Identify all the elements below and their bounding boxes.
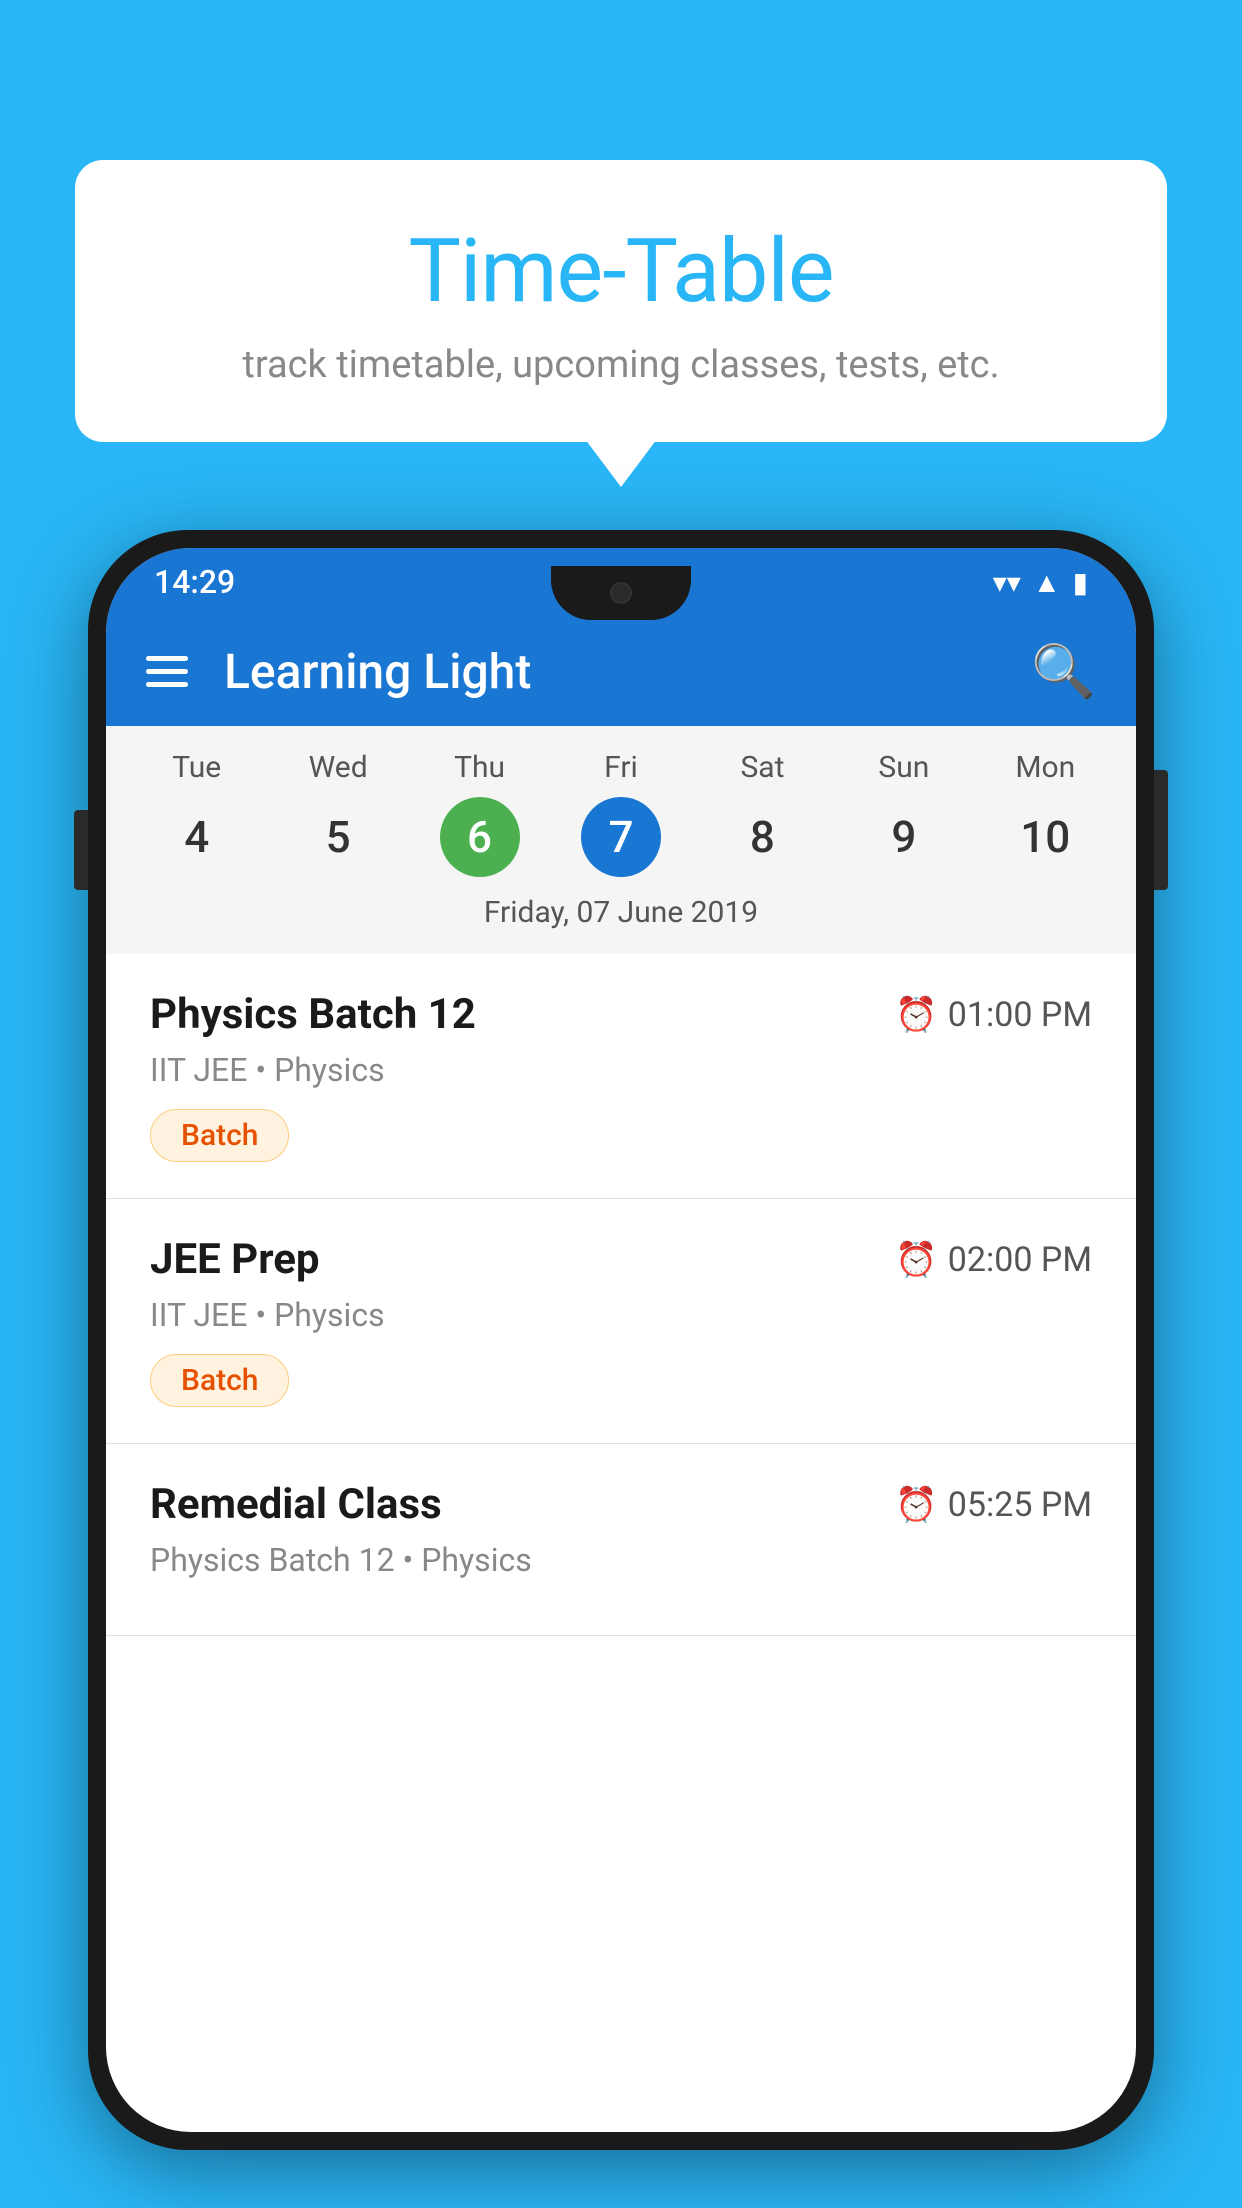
day-7-selected[interactable]: 7 <box>581 797 661 877</box>
class-name: Remedial Class <box>150 1480 442 1529</box>
calendar-week: Tue Wed Thu Fri Sat Sun Mon 4 5 6 7 8 9 … <box>106 726 1136 954</box>
signal-icon: ▲ <box>1033 566 1061 599</box>
app-title: Learning Light <box>224 643 531 700</box>
class-item[interactable]: JEE Prep ⏰ 02:00 PM IIT JEE • Physics Ba… <box>106 1199 1136 1444</box>
volume-button <box>74 810 88 890</box>
class-meta: IIT JEE • Physics <box>150 1051 1092 1089</box>
class-time: ⏰ 01:00 PM <box>895 995 1092 1035</box>
day-numbers: 4 5 6 7 8 9 10 <box>126 797 1116 877</box>
class-name: Physics Batch 12 <box>150 990 476 1039</box>
day-headers: Tue Wed Thu Fri Sat Sun Mon <box>126 750 1116 785</box>
day-header-mon: Mon <box>975 750 1116 785</box>
speech-bubble: Time-Table track timetable, upcoming cla… <box>75 160 1167 442</box>
class-item[interactable]: Remedial Class ⏰ 05:25 PM Physics Batch … <box>106 1444 1136 1636</box>
batch-tag: Batch <box>150 1109 289 1162</box>
bubble-subtitle: track timetable, upcoming classes, tests… <box>155 343 1087 387</box>
clock-icon: ⏰ <box>895 995 937 1035</box>
day-10[interactable]: 10 <box>1005 797 1085 877</box>
phone-wrapper: 14:29 ▾▾ ▲ ▮ Learning Light 🔍 <box>88 530 1154 2208</box>
phone-screen: 14:29 ▾▾ ▲ ▮ Learning Light 🔍 <box>106 548 1136 2132</box>
class-list: Physics Batch 12 ⏰ 01:00 PM IIT JEE • Ph… <box>106 954 1136 1636</box>
day-header-fri: Fri <box>550 750 691 785</box>
clock-icon: ⏰ <box>895 1240 937 1280</box>
day-9[interactable]: 9 <box>864 797 944 877</box>
menu-button[interactable] <box>146 656 188 687</box>
hamburger-line <box>146 682 188 687</box>
power-button <box>1154 770 1168 890</box>
class-meta: Physics Batch 12 • Physics <box>150 1541 1092 1579</box>
day-6-today[interactable]: 6 <box>440 797 520 877</box>
class-item[interactable]: Physics Batch 12 ⏰ 01:00 PM IIT JEE • Ph… <box>106 954 1136 1199</box>
hamburger-line <box>146 669 188 674</box>
phone-notch <box>551 566 691 620</box>
class-name: JEE Prep <box>150 1235 320 1284</box>
class-item-header: Physics Batch 12 ⏰ 01:00 PM <box>150 990 1092 1039</box>
day-5[interactable]: 5 <box>298 797 378 877</box>
phone-frame: 14:29 ▾▾ ▲ ▮ Learning Light 🔍 <box>88 530 1154 2150</box>
day-8[interactable]: 8 <box>722 797 802 877</box>
battery-icon: ▮ <box>1073 566 1088 599</box>
class-item-header: Remedial Class ⏰ 05:25 PM <box>150 1480 1092 1529</box>
status-time: 14:29 <box>154 563 235 601</box>
day-header-thu: Thu <box>409 750 550 785</box>
camera-dot <box>610 582 632 604</box>
app-bar: Learning Light 🔍 <box>106 616 1136 726</box>
day-header-tue: Tue <box>126 750 267 785</box>
class-item-header: JEE Prep ⏰ 02:00 PM <box>150 1235 1092 1284</box>
app-bar-left: Learning Light <box>146 643 531 700</box>
selected-date-label: Friday, 07 June 2019 <box>126 895 1116 942</box>
batch-tag: Batch <box>150 1354 289 1407</box>
clock-icon: ⏰ <box>895 1485 937 1525</box>
class-meta: IIT JEE • Physics <box>150 1296 1092 1334</box>
class-time: ⏰ 05:25 PM <box>895 1485 1092 1525</box>
hamburger-line <box>146 656 188 661</box>
day-header-wed: Wed <box>267 750 408 785</box>
status-icons: ▾▾ ▲ ▮ <box>993 566 1088 599</box>
bubble-title: Time-Table <box>155 220 1087 323</box>
class-time: ⏰ 02:00 PM <box>895 1240 1092 1280</box>
speech-bubble-section: Time-Table track timetable, upcoming cla… <box>75 160 1167 442</box>
day-4[interactable]: 4 <box>157 797 237 877</box>
day-header-sun: Sun <box>833 750 974 785</box>
wifi-icon: ▾▾ <box>993 566 1021 599</box>
search-icon[interactable]: 🔍 <box>1031 641 1096 702</box>
day-header-sat: Sat <box>692 750 833 785</box>
